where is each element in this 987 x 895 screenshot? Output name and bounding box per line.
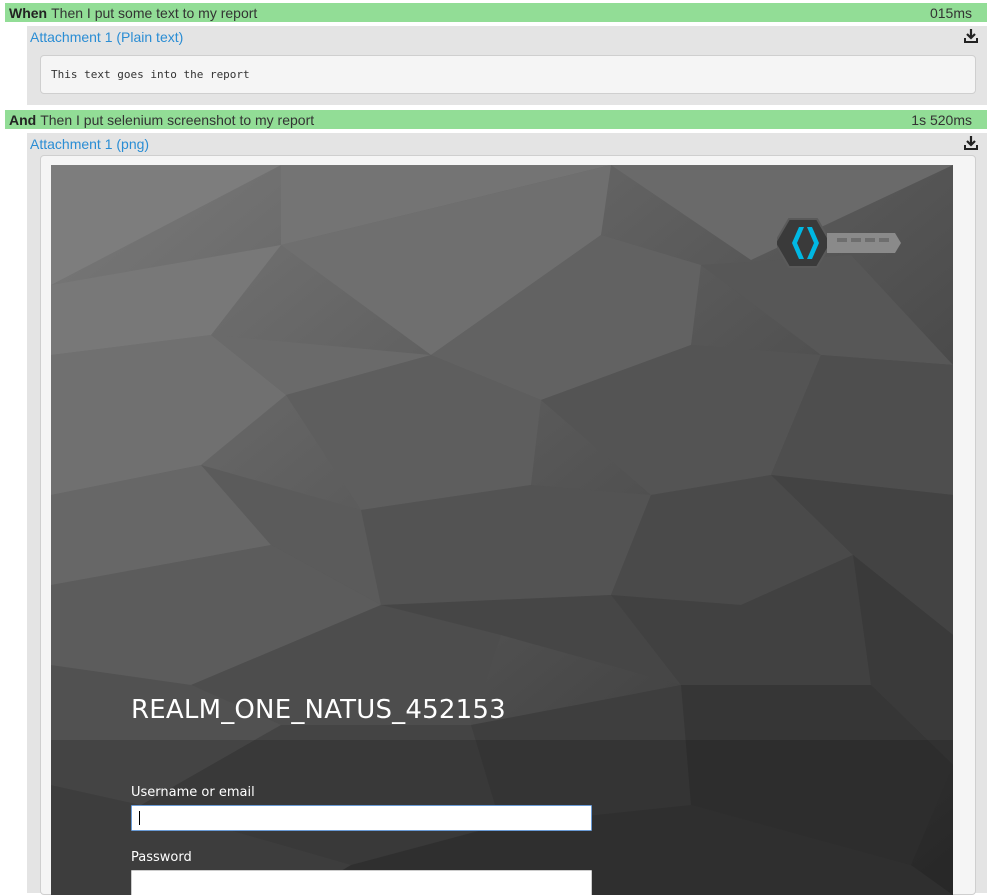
step-row-when[interactable]: When Then I put some text to my report 0… xyxy=(5,3,987,22)
username-label: Username or email xyxy=(131,785,255,800)
login-screenshot: REALM_ONE_NATUS_452153 Username or email… xyxy=(51,165,953,895)
text-caret xyxy=(139,811,140,825)
attachment-header: Attachment 1 (Plain text) xyxy=(27,26,987,48)
password-input[interactable] xyxy=(131,870,592,895)
step-text: Then I put some text to my report xyxy=(51,4,258,21)
username-input[interactable] xyxy=(131,805,592,831)
download-icon[interactable] xyxy=(964,28,978,44)
step-duration: 015ms xyxy=(929,4,972,21)
attachment-text-panel: Attachment 1 (Plain text) This text goes… xyxy=(27,26,987,105)
attachment-header: Attachment 1 (png) xyxy=(27,133,987,155)
password-label: Password xyxy=(131,850,192,865)
attachment-image-panel: Attachment 1 (png) REALM_ONE_NATUS_45215… xyxy=(27,133,987,895)
step-duration: 1s 520ms xyxy=(911,111,972,128)
download-icon[interactable] xyxy=(964,135,978,151)
step-text: Then I put selenium screenshot to my rep… xyxy=(40,111,315,128)
step-row-and[interactable]: And Then I put selenium screenshot to my… xyxy=(5,110,987,129)
step-keyword: And xyxy=(9,111,37,128)
attachment-link-png[interactable]: Attachment 1 (png) xyxy=(30,136,149,152)
step-keyword: When xyxy=(9,4,48,21)
attachment-link-plain-text[interactable]: Attachment 1 (Plain text) xyxy=(30,29,183,45)
attachment-text-content: This text goes into the report xyxy=(40,55,976,94)
realm-title: REALM_ONE_NATUS_452153 xyxy=(131,695,506,725)
keycloak-logo xyxy=(777,218,901,268)
screenshot-frame: REALM_ONE_NATUS_452153 Username or email… xyxy=(40,155,976,895)
